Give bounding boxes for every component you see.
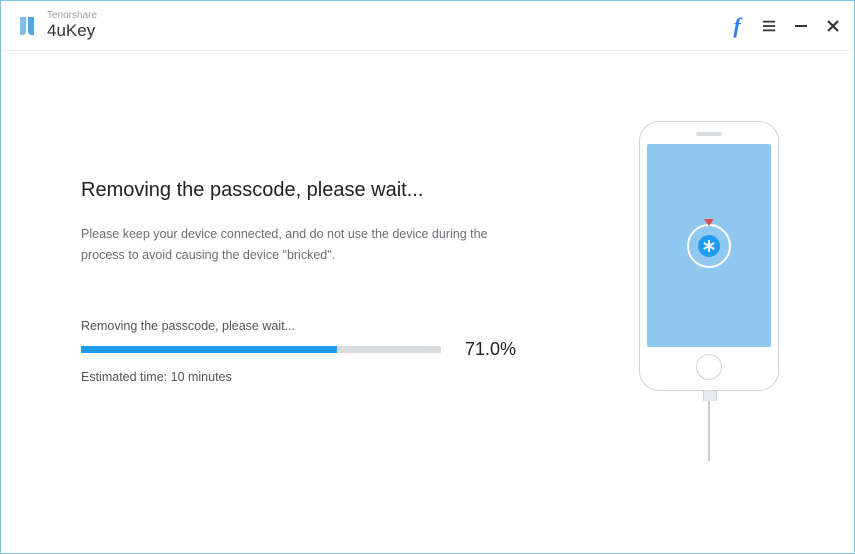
progress-label: Removing the passcode, please wait...	[81, 319, 544, 333]
content-area: Removing the passcode, please wait... Pl…	[1, 51, 854, 553]
titlebar: Tenorshare 4uKey f	[1, 1, 854, 51]
minimize-icon[interactable]	[794, 19, 808, 33]
progress-fill	[81, 346, 337, 353]
spinner-icon	[687, 224, 731, 268]
logo-icon	[15, 14, 39, 38]
progress-bar	[81, 346, 441, 353]
titlebar-actions: f	[730, 19, 840, 33]
page-description: Please keep your device connected, and d…	[81, 224, 501, 267]
progress-row: 71.0%	[81, 339, 544, 360]
phone-screen	[647, 144, 771, 347]
phone-graphic	[639, 121, 779, 391]
left-panel: Removing the passcode, please wait... Pl…	[81, 111, 554, 523]
estimated-time: Estimated time: 10 minutes	[81, 370, 544, 384]
brand-product: 4uKey	[47, 22, 97, 40]
cable-icon	[708, 391, 710, 461]
phone-speaker-icon	[696, 132, 722, 136]
progress-percent: 71.0%	[465, 339, 516, 360]
close-icon[interactable]	[826, 19, 840, 33]
menu-icon[interactable]	[762, 19, 776, 33]
device-illustration	[594, 111, 824, 523]
page-title: Removing the passcode, please wait...	[81, 179, 544, 202]
facebook-icon[interactable]: f	[730, 19, 744, 33]
app-logo: Tenorshare 4uKey	[15, 11, 97, 39]
phone-home-button-icon	[696, 354, 722, 380]
app-window: Tenorshare 4uKey f Removing the passcode…	[0, 0, 855, 554]
